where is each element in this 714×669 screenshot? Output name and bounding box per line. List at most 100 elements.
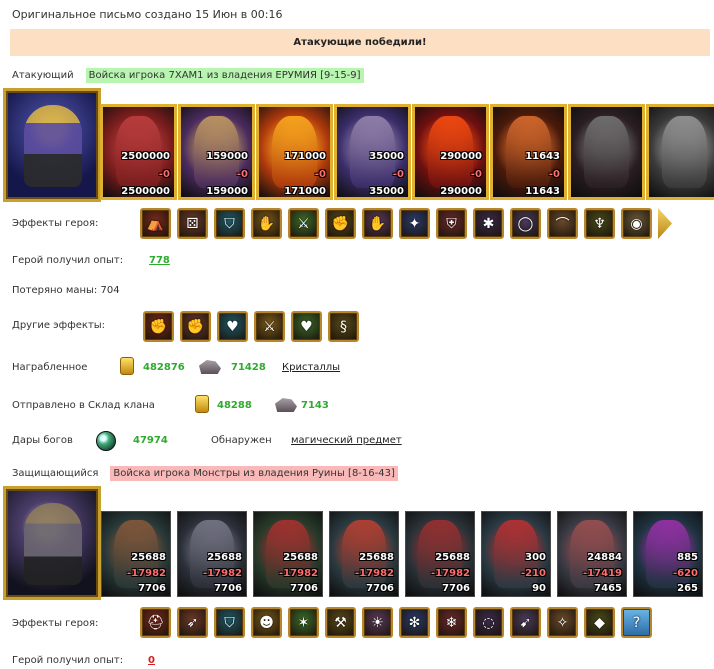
unit-count-loss: -0 <box>392 169 404 180</box>
creature-image <box>583 116 630 188</box>
unit-count-top: 24884 <box>587 552 622 563</box>
defender-unit-card[interactable]: 25688 -17982 7706 <box>253 511 323 597</box>
handshake-icon[interactable]: ✋ <box>251 208 282 239</box>
fist-sword-icon[interactable]: ✊ <box>180 311 211 342</box>
unit-count-top: 171000 <box>284 151 326 162</box>
hand-spell-icon[interactable]: ✋ <box>362 208 393 239</box>
defender-unit-card[interactable]: 25688 -17982 7706 <box>177 511 247 597</box>
web-icon[interactable]: ✱ <box>473 208 504 239</box>
sword-icon[interactable]: ⚔ <box>288 208 319 239</box>
defender-unit-card[interactable]: 885 -620 265 <box>633 511 703 597</box>
attacker-effects-list: ⛺ ⚄ ⛉ ✋ ⚔ ✊ ✋ ✦ ⛨ ✱ ◯ ⌒ ♆ ◉ <box>140 208 672 239</box>
attacker-unit-card[interactable]: 35000 -0 35000 <box>334 104 411 200</box>
frost-bow-icon[interactable]: ➹ <box>510 607 541 638</box>
defender-unit-card[interactable]: 25688 -17982 7706 <box>405 511 475 597</box>
unit-count-top: 2500000 <box>121 151 170 162</box>
horn-icon[interactable]: ♆ <box>584 208 615 239</box>
attacker-row: Атакующий Войска игрока 7XAM1 из владени… <box>12 68 364 83</box>
claw-icon[interactable]: ✦ <box>399 208 430 239</box>
frost-crystal-icon[interactable]: ◆ <box>584 607 615 638</box>
defender-exp-label: Герой получил опыт: <box>12 655 124 666</box>
loot-crystals-link[interactable]: Кристаллы <box>282 362 340 373</box>
tome-icon[interactable]: ◉ <box>621 208 652 239</box>
heart-icon[interactable]: ♥ <box>291 311 322 342</box>
unit-count-loss: -17419 <box>583 568 622 579</box>
gold-icon <box>195 395 209 413</box>
gods-gift-icon <box>96 431 116 451</box>
attacker-units: 2500000 -0 2500000 159000 -0 159000 171000 -0 17… <box>100 104 714 200</box>
unit-count-bottom: 171000 <box>284 186 326 197</box>
unit-count-bottom: 7706 <box>138 583 166 594</box>
camp-icon[interactable]: ⛺ <box>140 208 171 239</box>
frost-claw-icon[interactable]: ✻ <box>399 607 430 638</box>
shield-icon[interactable]: ⛉ <box>214 607 245 638</box>
stun-icon[interactable]: ✶ <box>288 607 319 638</box>
unit-count-loss: -620 <box>672 568 698 579</box>
clan-label: Отправлено в Склад клана <box>12 400 155 411</box>
unit-count-bottom: 7706 <box>214 583 242 594</box>
attacker-hero-portrait[interactable] <box>3 88 101 202</box>
fist-sword-icon[interactable]: ✊ <box>143 311 174 342</box>
defender-effects-label: Эффекты героя: <box>12 618 99 629</box>
loot-label: Награбленное <box>12 362 88 373</box>
attacker-army-tag[interactable]: Войска игрока 7XAM1 из владения ЕРУМИЯ [… <box>85 68 364 83</box>
armor-icon[interactable]: ⛨ <box>436 208 467 239</box>
shield-icon[interactable]: ⛉ <box>214 208 245 239</box>
ring-icon[interactable]: ◯ <box>510 208 541 239</box>
attacker-effects-label: Эффекты героя: <box>12 218 99 229</box>
attacker-unit-card[interactable]: 159000 -0 159000 <box>178 104 255 200</box>
unit-count-loss: -210 <box>520 568 546 579</box>
battle-result-banner: Атакующие победили! <box>10 29 710 56</box>
handshake-sword-icon[interactable]: ✊ <box>325 208 356 239</box>
unit-count-top: 11643 <box>525 151 560 162</box>
arrows-icon[interactable]: ➶ <box>177 607 208 638</box>
frost-ring-icon[interactable]: ◌ <box>473 607 504 638</box>
mana-lost: Потеряно маны: 704 <box>12 285 120 296</box>
mail-created-info: Оригинальное письмо создано 15 Июн в 00:… <box>12 8 283 21</box>
unit-count-loss: -17982 <box>431 568 470 579</box>
found-item-link[interactable]: магический предмет <box>291 435 402 446</box>
attacker-unit-card[interactable]: 11643 -0 11643 <box>490 104 567 200</box>
unit-count-bottom: 290000 <box>440 186 482 197</box>
sword-icon[interactable]: ⚔ <box>254 311 285 342</box>
defender-unit-card[interactable]: 25688 -17982 7706 <box>329 511 399 597</box>
defender-unit-card[interactable]: 25688 -17982 7706 <box>101 511 171 597</box>
scroll-icon[interactable]: § <box>328 311 359 342</box>
unit-count-bottom: 7706 <box>442 583 470 594</box>
defender-exp-value[interactable]: 0 <box>148 655 155 666</box>
attacker-unit-card[interactable] <box>568 104 645 200</box>
heart-icon[interactable]: ♥ <box>217 311 248 342</box>
unit-count-loss: -0 <box>470 169 482 180</box>
unit-count-top: 35000 <box>369 151 404 162</box>
defender-units: 25688 -17982 7706 25688 -17982 7706 25688 -1798… <box>101 511 703 597</box>
unit-count-loss: -0 <box>314 169 326 180</box>
unit-count-bottom: 7706 <box>290 583 318 594</box>
attacker-exp-value[interactable]: 778 <box>149 255 170 266</box>
unit-count-top: 300 <box>525 552 546 563</box>
defender-army-tag[interactable]: Войска игрока Монстры из владения Руины … <box>110 466 398 481</box>
defender-hero-portrait[interactable] <box>3 486 101 600</box>
defender-row: Защищающийся Войска игрока Монстры из вл… <box>12 466 398 481</box>
fire-icon[interactable]: ☀ <box>362 607 393 638</box>
other-effects-label: Другие эффекты: <box>12 320 106 331</box>
other-effects-list: ✊ ✊ ♥ ⚔ ♥ § <box>143 311 359 342</box>
attacker-unit-card[interactable]: 171000 -0 171000 <box>256 104 333 200</box>
unknown-icon[interactable]: ? <box>621 607 652 638</box>
attacker-unit-card[interactable]: 290000 -0 290000 <box>412 104 489 200</box>
hammers-icon[interactable]: ⚒ <box>325 607 356 638</box>
defender-unit-card[interactable]: 300 -210 90 <box>481 511 551 597</box>
dice-icon[interactable]: ⚄ <box>177 208 208 239</box>
unit-count-loss: -0 <box>158 169 170 180</box>
attacker-unit-card[interactable] <box>646 104 714 200</box>
creature-image <box>661 116 708 188</box>
dwarf-icon[interactable]: ☻ <box>251 607 282 638</box>
scroll-right-arrow-icon[interactable] <box>658 208 672 239</box>
unit-count-top: 25688 <box>435 552 470 563</box>
frost-staff-icon[interactable]: ✧ <box>547 607 578 638</box>
frost-armor-icon[interactable]: ❄ <box>436 607 467 638</box>
helmet-icon[interactable]: ⛑ <box>140 607 171 638</box>
defender-label: Защищающийся <box>12 468 99 479</box>
attacker-unit-card[interactable]: 2500000 -0 2500000 <box>100 104 177 200</box>
bow-icon[interactable]: ⌒ <box>547 208 578 239</box>
defender-unit-card[interactable]: 24884 -17419 7465 <box>557 511 627 597</box>
